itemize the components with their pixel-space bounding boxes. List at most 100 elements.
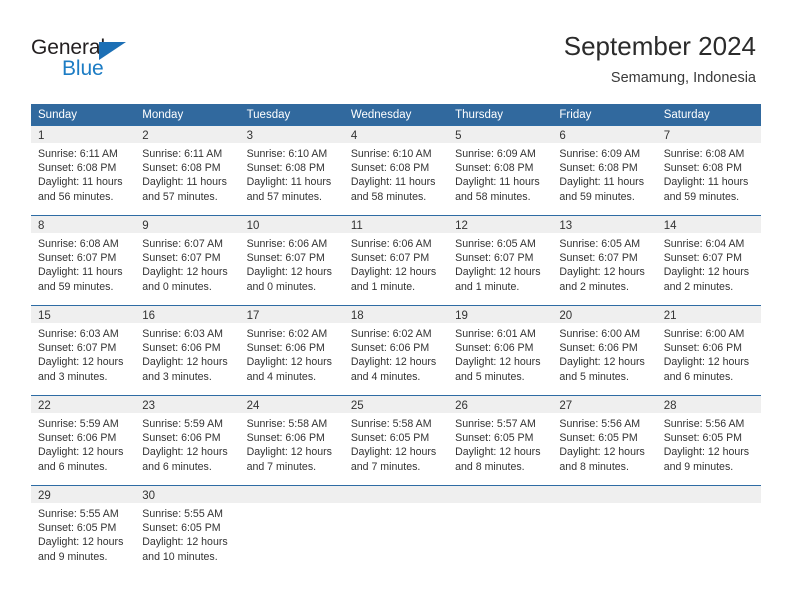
daylight-text-line1: Daylight: 12 hours [455, 266, 541, 279]
sunset-text: Sunset: 6:06 PM [142, 342, 221, 355]
calendar-grid: Sunday Monday Tuesday Wednesday Thursday… [31, 104, 761, 575]
daylight-text-line1: Daylight: 12 hours [38, 536, 124, 549]
day-number-band: 2 [135, 126, 240, 143]
day-cell[interactable]: 15 Sunrise: 6:03 AM Sunset: 6:07 PM Dayl… [31, 306, 136, 395]
day-cell[interactable]: 29 Sunrise: 5:55 AM Sunset: 6:05 PM Dayl… [31, 486, 136, 575]
day-cell[interactable]: 28 Sunrise: 5:56 AM Sunset: 6:05 PM Dayl… [656, 396, 761, 485]
sunset-text: Sunset: 6:07 PM [455, 252, 534, 265]
day-cell[interactable]: 4 Sunrise: 6:10 AM Sunset: 6:08 PM Dayli… [343, 126, 449, 215]
sunrise-text: Sunrise: 6:02 AM [350, 328, 432, 340]
day-details: Sunrise: 6:11 AM Sunset: 6:08 PM Dayligh… [31, 143, 135, 204]
day-cell[interactable]: 11 Sunrise: 6:06 AM Sunset: 6:07 PM Dayl… [343, 216, 449, 305]
day-cell[interactable]: 10 Sunrise: 6:06 AM Sunset: 6:07 PM Dayl… [239, 216, 344, 305]
daylight-text-line2: and 3 minutes. [142, 370, 212, 383]
calendar-page: General Blue September 2024 Semamung, In… [0, 0, 792, 612]
day-number: 29 [38, 490, 51, 502]
daylight-text-line2: and 5 minutes. [559, 370, 629, 383]
day-number: 4 [350, 130, 358, 142]
sunset-text: Sunset: 6:08 PM [142, 162, 221, 175]
day-cell[interactable]: 6 Sunrise: 6:09 AM Sunset: 6:08 PM Dayli… [552, 126, 657, 215]
day-cell[interactable]: 17 Sunrise: 6:02 AM Sunset: 6:06 PM Dayl… [239, 306, 344, 395]
day-cell[interactable]: 19 Sunrise: 6:01 AM Sunset: 6:06 PM Dayl… [448, 306, 553, 395]
day-cell[interactable]: 13 Sunrise: 6:05 AM Sunset: 6:07 PM Dayl… [552, 216, 657, 305]
day-cell[interactable]: 27 Sunrise: 5:56 AM Sunset: 6:05 PM Dayl… [552, 396, 657, 485]
daylight-text-line2: and 0 minutes. [142, 280, 212, 293]
day-number: 15 [38, 310, 51, 322]
sunrise-text: Sunrise: 6:07 AM [142, 238, 223, 250]
weekday-header-sunday: Sunday [38, 109, 78, 121]
day-number-band: 1 [31, 126, 136, 143]
day-cell[interactable]: 12 Sunrise: 6:05 AM Sunset: 6:07 PM Dayl… [448, 216, 553, 305]
sunset-text: Sunset: 6:07 PM [246, 252, 325, 265]
daylight-text-line1: Daylight: 11 hours [246, 176, 332, 189]
sunrise-text: Sunrise: 6:03 AM [38, 328, 119, 340]
sunrise-text: Sunrise: 6:10 AM [350, 148, 432, 160]
daylight-text-line2: and 59 minutes. [38, 280, 114, 293]
day-number-band: 30 [135, 486, 240, 503]
day-cell[interactable]: 26 Sunrise: 5:57 AM Sunset: 6:05 PM Dayl… [448, 396, 553, 485]
day-cell[interactable]: 7 Sunrise: 6:08 AM Sunset: 6:08 PM Dayli… [656, 126, 761, 215]
day-cell[interactable]: 18 Sunrise: 6:02 AM Sunset: 6:06 PM Dayl… [343, 306, 449, 395]
sunset-text: Sunset: 6:06 PM [38, 432, 117, 445]
day-cell[interactable]: 16 Sunrise: 6:03 AM Sunset: 6:06 PM Dayl… [135, 306, 240, 395]
day-details: Sunrise: 5:57 AM Sunset: 6:05 PM Dayligh… [448, 413, 552, 474]
day-number-band: 21 [656, 306, 761, 323]
day-cell[interactable]: 23 Sunrise: 5:59 AM Sunset: 6:06 PM Dayl… [135, 396, 240, 485]
daylight-text-line2: and 0 minutes. [246, 280, 317, 293]
sunrise-text: Sunrise: 5:56 AM [663, 418, 745, 430]
sunrise-text: Sunrise: 5:59 AM [142, 418, 223, 430]
day-number: 7 [663, 130, 671, 142]
day-number-band [343, 486, 449, 503]
weekday-header-thursday: Thursday [455, 109, 504, 121]
daylight-text-line1: Daylight: 12 hours [350, 356, 437, 369]
day-cell-empty [656, 486, 761, 575]
sunrise-text: Sunrise: 6:09 AM [455, 148, 536, 160]
day-cell[interactable]: 21 Sunrise: 6:00 AM Sunset: 6:06 PM Dayl… [656, 306, 761, 395]
page-header: General Blue September 2024 Semamung, In… [0, 0, 792, 100]
week-row: 29 Sunrise: 5:55 AM Sunset: 6:05 PM Dayl… [31, 485, 761, 575]
day-number-band: 15 [31, 306, 136, 323]
sunset-text: Sunset: 6:07 PM [38, 342, 117, 355]
daylight-text-line2: and 1 minute. [350, 280, 416, 293]
day-number: 2 [142, 130, 149, 142]
sunset-text: Sunset: 6:05 PM [559, 432, 638, 445]
page-title: September 2024 [563, 31, 756, 61]
sunset-text: Sunset: 6:08 PM [350, 162, 430, 175]
day-number-band: 18 [343, 306, 449, 323]
day-cell[interactable]: 5 Sunrise: 6:09 AM Sunset: 6:08 PM Dayli… [448, 126, 553, 215]
day-cell-empty [239, 486, 344, 575]
daylight-text-line1: Daylight: 12 hours [142, 266, 228, 279]
day-cell[interactable]: 3 Sunrise: 6:10 AM Sunset: 6:08 PM Dayli… [239, 126, 344, 215]
daylight-text-line2: and 9 minutes. [663, 460, 734, 473]
sunset-text: Sunset: 6:07 PM [38, 252, 117, 265]
sunrise-text: Sunrise: 6:03 AM [142, 328, 223, 340]
day-cell[interactable]: 20 Sunrise: 6:00 AM Sunset: 6:06 PM Dayl… [552, 306, 657, 395]
sunrise-text: Sunrise: 5:55 AM [142, 508, 223, 520]
day-cell[interactable]: 1 Sunrise: 6:11 AM Sunset: 6:08 PM Dayli… [31, 126, 136, 215]
day-cell[interactable]: 9 Sunrise: 6:07 AM Sunset: 6:07 PM Dayli… [135, 216, 240, 305]
day-number: 26 [455, 400, 468, 412]
day-cell[interactable]: 8 Sunrise: 6:08 AM Sunset: 6:07 PM Dayli… [31, 216, 136, 305]
day-details: Sunrise: 6:08 AM Sunset: 6:07 PM Dayligh… [31, 233, 135, 294]
day-cell[interactable]: 22 Sunrise: 5:59 AM Sunset: 6:06 PM Dayl… [31, 396, 136, 485]
day-cell[interactable]: 25 Sunrise: 5:58 AM Sunset: 6:05 PM Dayl… [343, 396, 449, 485]
day-details: Sunrise: 6:06 AM Sunset: 6:07 PM Dayligh… [344, 233, 448, 294]
day-cell[interactable]: 14 Sunrise: 6:04 AM Sunset: 6:07 PM Dayl… [656, 216, 761, 305]
day-details: Sunrise: 6:09 AM Sunset: 6:08 PM Dayligh… [448, 143, 552, 204]
sunset-text: Sunset: 6:06 PM [246, 342, 325, 355]
day-number: 18 [350, 310, 364, 322]
day-cell[interactable]: 30 Sunrise: 5:55 AM Sunset: 6:05 PM Dayl… [135, 486, 240, 575]
week-row: 22 Sunrise: 5:59 AM Sunset: 6:06 PM Dayl… [31, 395, 761, 485]
daylight-text-line1: Daylight: 12 hours [663, 266, 750, 279]
day-number-band: 3 [239, 126, 344, 143]
weekday-header-row: Sunday Monday Tuesday Wednesday Thursday… [31, 104, 761, 125]
day-number: 3 [246, 130, 253, 142]
general-blue-logo[interactable]: General Blue [31, 36, 181, 86]
day-cell[interactable]: 24 Sunrise: 5:58 AM Sunset: 6:06 PM Dayl… [239, 396, 344, 485]
day-number-band [239, 486, 344, 503]
daylight-text-line1: Daylight: 11 hours [559, 176, 645, 189]
daylight-text-line2: and 6 minutes. [142, 460, 212, 473]
daylight-text-line1: Daylight: 11 hours [142, 176, 227, 189]
sunset-text: Sunset: 6:08 PM [246, 162, 325, 175]
day-cell[interactable]: 2 Sunrise: 6:11 AM Sunset: 6:08 PM Dayli… [135, 126, 240, 215]
